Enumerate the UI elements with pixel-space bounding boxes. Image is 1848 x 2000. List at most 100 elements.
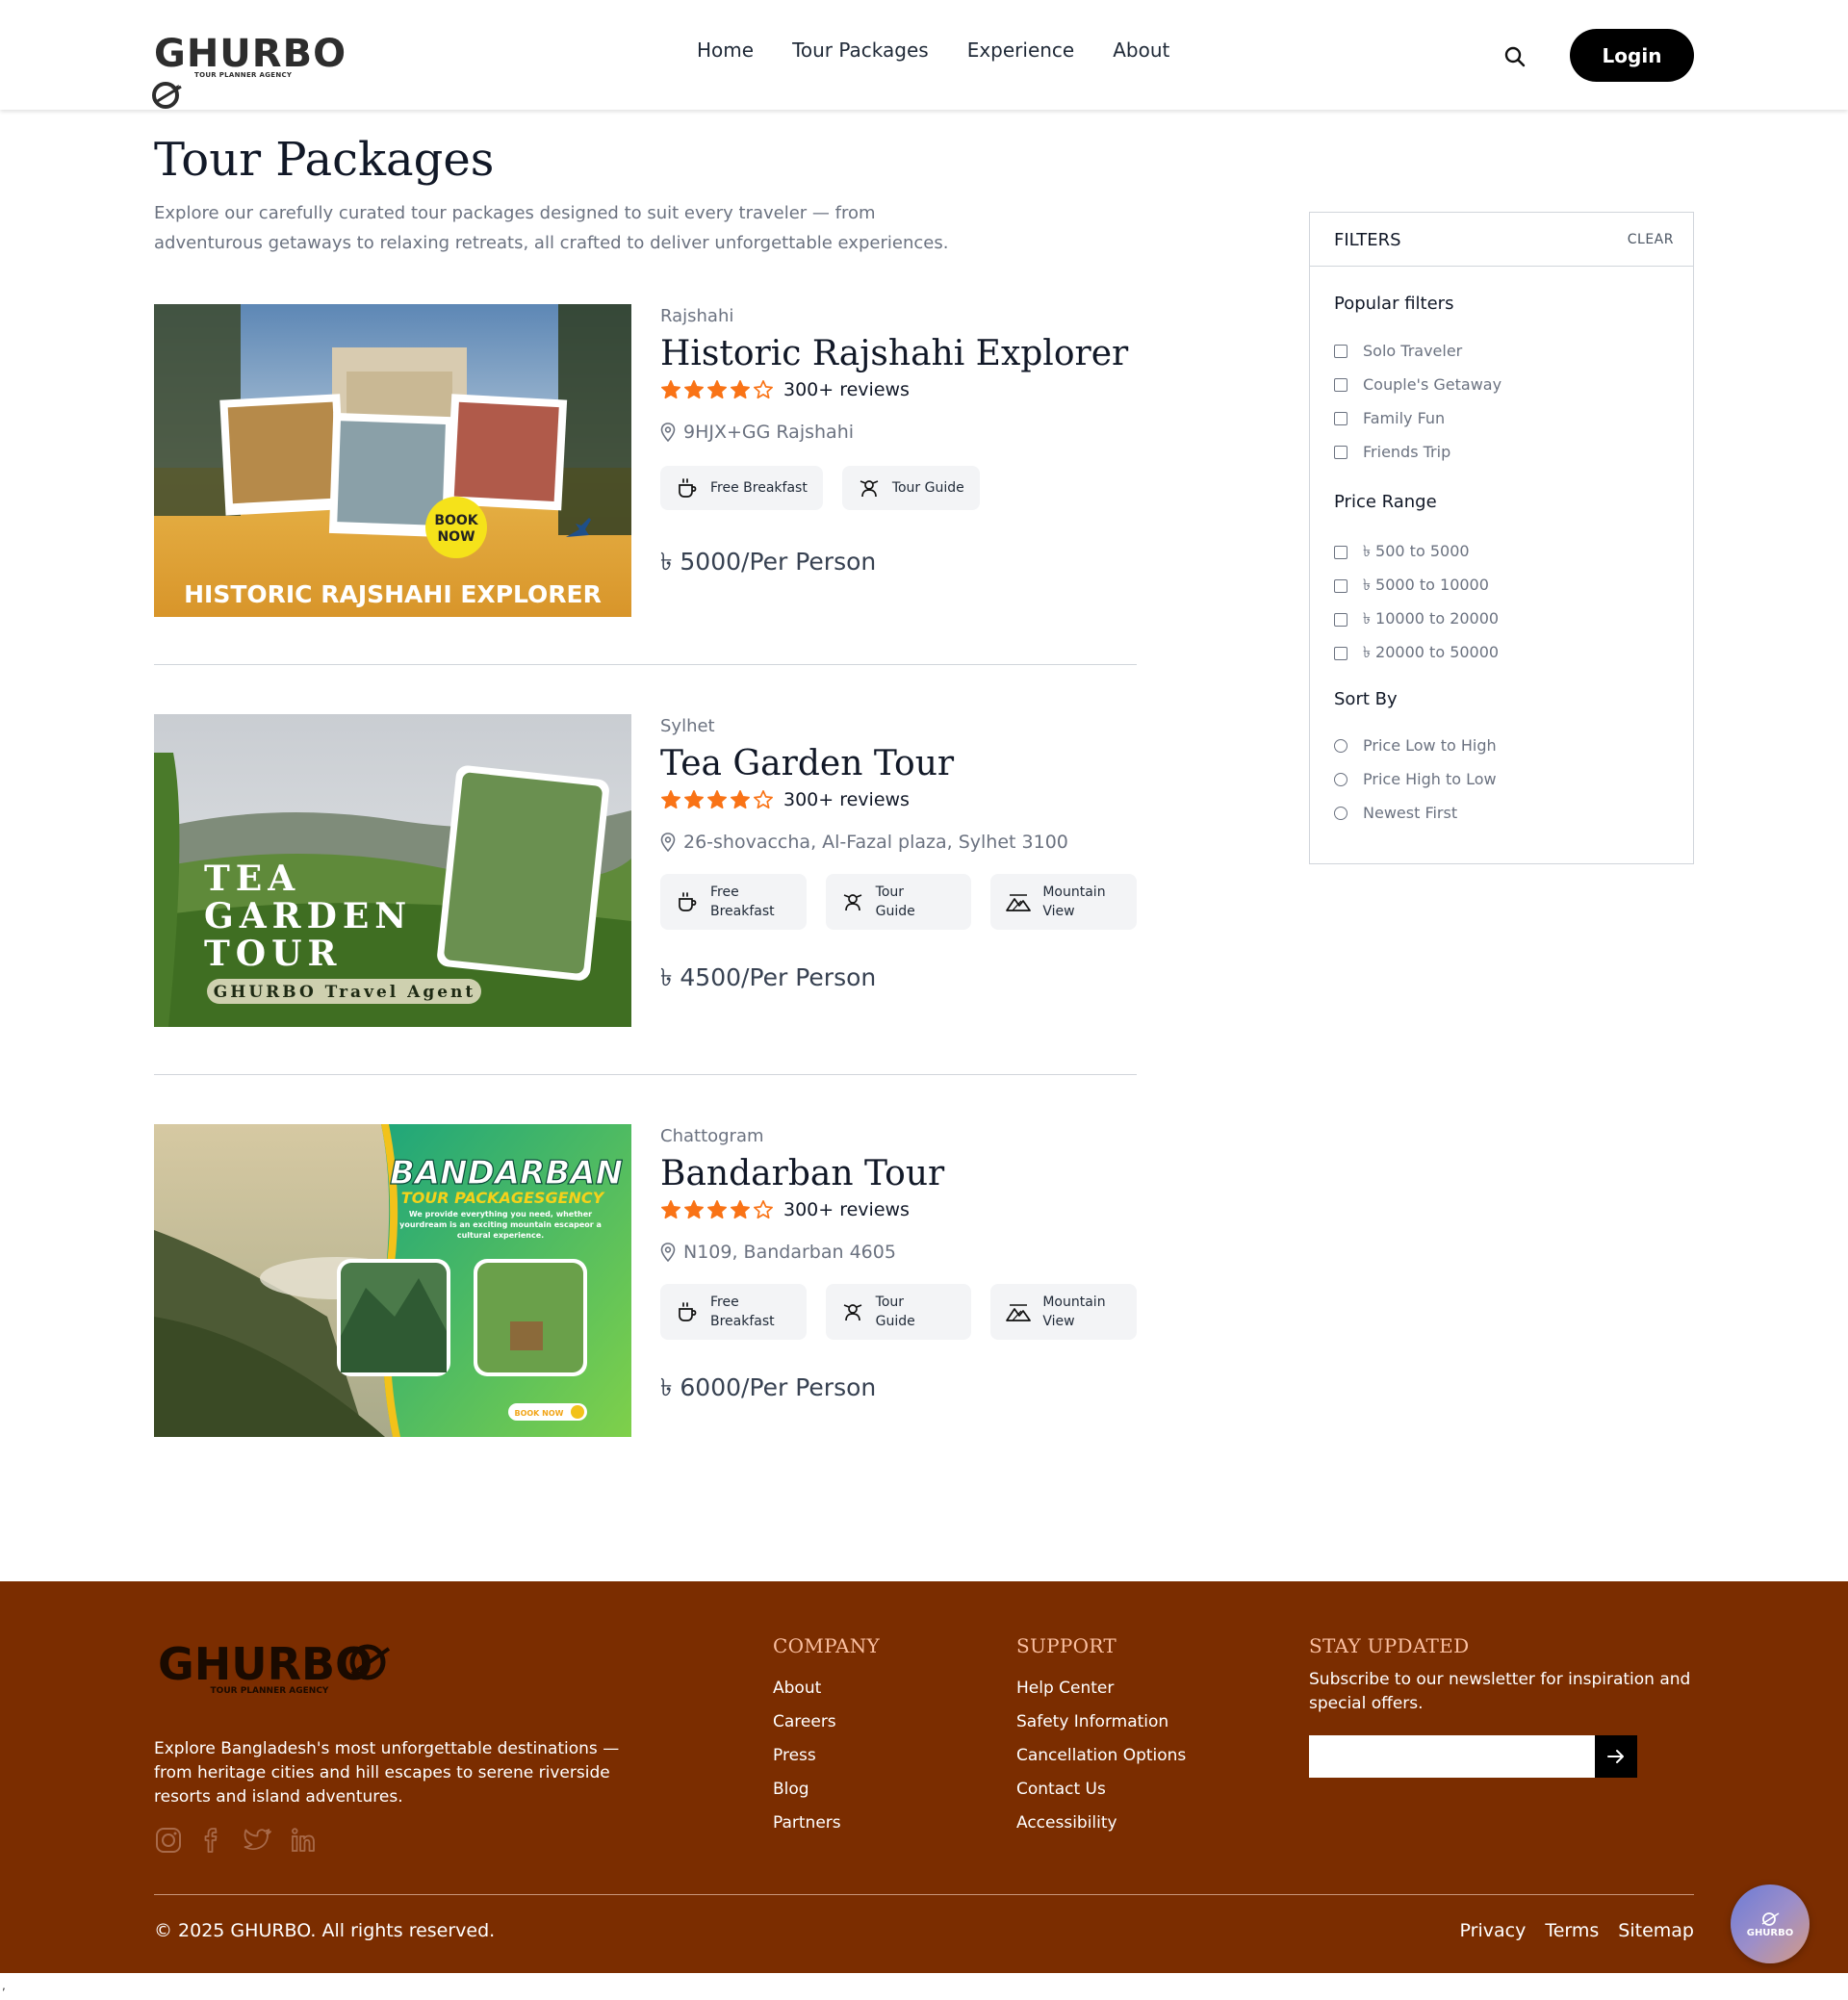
poster-subtitle: TOUR PACKAGESGENCY — [401, 1189, 605, 1207]
checkbox[interactable] — [1334, 344, 1348, 358]
page-description: Explore our carefully curated tour packa… — [154, 203, 949, 253]
package-info: Chattogram Bandarban Tour 300+ reviews N… — [660, 1124, 1138, 1410]
filter-friends-trip[interactable]: Friends Trip — [1334, 443, 1450, 461]
footer-link-help-center[interactable]: Help Center — [1016, 1677, 1186, 1700]
instagram-icon[interactable] — [154, 1826, 183, 1855]
star-filled-icon — [661, 790, 680, 809]
filter-solo-traveler[interactable]: Solo Traveler — [1334, 342, 1462, 360]
site-header: GHURBO TOUR PLANNER AGENCY Home Tour Pac… — [0, 0, 1848, 110]
feature-label: Free Breakfast — [710, 1295, 775, 1329]
radio[interactable] — [1334, 738, 1348, 753]
footer-link-sitemap[interactable]: Sitemap — [1618, 1920, 1694, 1941]
footer-link-terms[interactable]: Terms — [1545, 1920, 1599, 1941]
coffee-cup-icon — [679, 892, 697, 911]
sort-newest-first[interactable]: Newest First — [1334, 804, 1457, 822]
package-image-bandarban[interactable]: BANDARBAN TOUR PACKAGESGENCY We provide … — [154, 1124, 631, 1437]
checkbox[interactable] — [1334, 545, 1348, 559]
feature-free-breakfast: Free Breakfast — [660, 1284, 807, 1340]
chat-assistant-button[interactable]: GHURBO — [1731, 1885, 1810, 1963]
filter-price-10000-20000[interactable]: ৳ 10000 to 20000 — [1334, 606, 1499, 632]
feature-list: Free Breakfast Tour Guide — [660, 466, 1137, 510]
poster-blurb: We provide everything you need, whether … — [399, 1210, 602, 1240]
checkbox[interactable] — [1334, 612, 1348, 627]
globe-plane-icon — [1761, 1911, 1780, 1926]
logo-wordmark: GHURBO — [154, 32, 347, 76]
sort-price-low-high[interactable]: Price Low to High — [1334, 736, 1497, 755]
star-filled-icon — [707, 1200, 727, 1219]
filter-couples-getaway[interactable]: Couple's Getaway — [1334, 375, 1502, 394]
footer-link-safety[interactable]: Safety Information — [1016, 1710, 1186, 1733]
package-price: ৳ 5000/Per Person — [660, 548, 877, 576]
star-filled-icon — [684, 1200, 704, 1219]
book-now-badge-line1: BOOK — [434, 513, 478, 528]
location-text: 9HJX+GG Rajshahi — [683, 422, 855, 443]
footer-logo-wordmark: GHURBO — [158, 1638, 372, 1690]
sort-price-high-low[interactable]: Price High to Low — [1334, 770, 1497, 788]
tour-guide-icon — [843, 1304, 861, 1321]
linkedin-icon[interactable] — [289, 1826, 318, 1855]
footer-link-blog[interactable]: Blog — [773, 1778, 841, 1801]
feature-list: Free Breakfast Tour Guide Mountain View — [660, 874, 1138, 930]
checkbox[interactable] — [1334, 646, 1348, 660]
package-card[interactable]: BANDARBAN TOUR PACKAGESGENCY We provide … — [154, 1124, 1138, 1437]
card-divider — [154, 1074, 1137, 1075]
checkbox[interactable] — [1334, 578, 1348, 593]
arrow-right-icon — [1607, 1750, 1624, 1763]
nav-about[interactable]: About — [1113, 38, 1169, 62]
feature-list: Free Breakfast Tour Guide Mountain View — [660, 1284, 1138, 1340]
nav-home[interactable]: Home — [697, 38, 754, 62]
clear-filters-button[interactable]: CLEAR — [1628, 232, 1674, 247]
package-card[interactable]: BOOK NOW HISTORIC RAJSHAHI EXPLORER Rajs… — [154, 304, 1137, 617]
rating-row: 300+ reviews — [660, 789, 1137, 810]
twitter-icon[interactable] — [243, 1826, 273, 1855]
location-text: 26-shovaccha, Al-Fazal plaza, Sylhet 310… — [683, 832, 1068, 853]
package-title[interactable]: Bandarban Tour — [660, 1154, 1137, 1193]
filter-price-5000-10000[interactable]: ৳ 5000 to 10000 — [1334, 573, 1489, 599]
radio[interactable] — [1334, 806, 1348, 820]
poster-title: BANDARBAN — [390, 1154, 623, 1192]
filter-family-fun[interactable]: Family Fun — [1334, 409, 1445, 427]
footer-link-partners[interactable]: Partners — [773, 1811, 841, 1834]
star-filled-icon — [707, 380, 727, 399]
footer-link-cancellation[interactable]: Cancellation Options — [1016, 1744, 1186, 1767]
radio[interactable] — [1334, 772, 1348, 786]
page-title: Tour Packages — [154, 133, 495, 187]
feature-label: Mountain View — [1042, 1295, 1106, 1329]
footer-logo[interactable]: GHURBO TOUR PLANNER AGENCY — [154, 1637, 395, 1697]
logo[interactable]: GHURBO TOUR PLANNER AGENCY — [152, 33, 346, 109]
package-card[interactable]: TEA GARDEN TOUR GHURBO Travel Agent Sylh… — [154, 714, 1138, 1027]
newsletter-email-input[interactable] — [1309, 1735, 1595, 1778]
footer-link-contact[interactable]: Contact Us — [1016, 1778, 1186, 1801]
login-button[interactable]: Login — [1570, 29, 1694, 82]
mountain-view-icon — [1006, 1304, 1032, 1321]
package-title[interactable]: Historic Rajshahi Explorer — [660, 334, 1137, 373]
feature-free-breakfast: Free Breakfast — [660, 466, 823, 510]
footer-link-about[interactable]: About — [773, 1677, 841, 1700]
package-image-sylhet[interactable]: TEA GARDEN TOUR GHURBO Travel Agent — [154, 714, 631, 1027]
location-pin-icon — [660, 423, 676, 442]
package-title[interactable]: Tea Garden Tour — [660, 744, 1137, 783]
package-image-rajshahi[interactable]: BOOK NOW HISTORIC RAJSHAHI EXPLORER — [154, 304, 631, 617]
tour-guide-icon — [860, 480, 879, 498]
footer-logo-tagline: TOUR PLANNER AGENCY — [211, 1686, 329, 1696]
poster-line3: TOUR — [204, 934, 342, 974]
package-location: 9HJX+GG Rajshahi — [660, 422, 1137, 443]
search-icon[interactable] — [1502, 43, 1528, 70]
rating-row: 300+ reviews — [660, 379, 1137, 400]
checkbox[interactable] — [1334, 445, 1348, 459]
footer-link-privacy[interactable]: Privacy — [1460, 1920, 1527, 1941]
star-outline-icon — [754, 380, 773, 399]
footer-about: Explore Bangladesh's most unforgettable … — [154, 1739, 620, 1807]
footer-link-accessibility[interactable]: Accessibility — [1016, 1811, 1186, 1834]
footer-link-careers[interactable]: Careers — [773, 1710, 841, 1733]
nav-tour-packages[interactable]: Tour Packages — [792, 38, 929, 62]
facebook-icon[interactable] — [198, 1826, 227, 1855]
checkbox[interactable] — [1334, 411, 1348, 425]
support-links: Help Center Safety Information Cancellat… — [1016, 1677, 1186, 1834]
checkbox[interactable] — [1334, 377, 1348, 392]
newsletter-submit-button[interactable] — [1595, 1735, 1637, 1778]
filter-price-20000-50000[interactable]: ৳ 20000 to 50000 — [1334, 640, 1499, 666]
nav-experience[interactable]: Experience — [967, 38, 1075, 62]
filter-price-500-5000[interactable]: ৳ 500 to 5000 — [1334, 539, 1470, 565]
footer-link-press[interactable]: Press — [773, 1744, 841, 1767]
